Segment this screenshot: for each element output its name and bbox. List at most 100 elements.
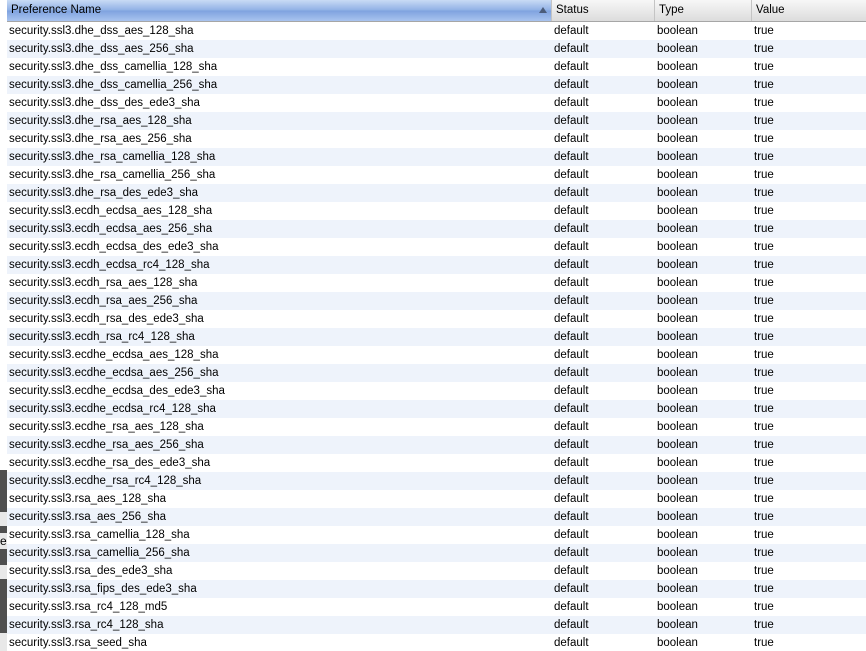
table-row[interactable]: security.ssl3.ecdh_rsa_aes_256_sha defaul…	[7, 292, 866, 310]
table-row[interactable]: security.ssl3.dhe_dss_camellia_256_sha de…	[7, 76, 866, 94]
column-header-value[interactable]: Value	[752, 0, 866, 21]
value-cell: true	[754, 439, 774, 451]
type-cell: boolean	[657, 97, 698, 109]
value-cell: true	[754, 547, 774, 559]
value-cell: true	[754, 61, 774, 73]
value-cell: true	[754, 25, 774, 37]
value-cell: true	[754, 187, 774, 199]
value-cell: true	[754, 637, 774, 649]
value-cell: true	[754, 601, 774, 613]
status-cell: default	[554, 205, 589, 217]
table-row[interactable]: security.ssl3.dhe_rsa_camellia_256_sha de…	[7, 166, 866, 184]
type-cell: boolean	[657, 385, 698, 397]
column-header-preference-name[interactable]: Preference Name	[7, 0, 552, 21]
column-header-type[interactable]: Type	[655, 0, 752, 21]
table-row[interactable]: security.ssl3.rsa_des_ede3_sha default boo…	[7, 562, 866, 580]
status-cell: default	[554, 133, 589, 145]
table-row[interactable]: security.ssl3.ecdhe_ecdsa_des_ede3_sha de…	[7, 382, 866, 400]
value-cell: true	[754, 421, 774, 433]
type-cell: boolean	[657, 61, 698, 73]
table-row[interactable]: security.ssl3.rsa_rc4_128_md5 default bool…	[7, 598, 866, 616]
table-row[interactable]: security.ssl3.dhe_rsa_aes_256_sha default…	[7, 130, 866, 148]
type-cell: boolean	[657, 259, 698, 271]
value-cell: true	[754, 133, 774, 145]
table-row[interactable]: security.ssl3.dhe_rsa_des_ede3_sha defaul…	[7, 184, 866, 202]
value-cell: true	[754, 457, 774, 469]
type-cell: boolean	[657, 79, 698, 91]
table-row[interactable]: security.ssl3.rsa_camellia_256_sha defaul…	[7, 544, 866, 562]
table-row[interactable]: security.ssl3.ecdhe_ecdsa_rc4_128_sha def…	[7, 400, 866, 418]
status-cell: default	[554, 169, 589, 181]
table-row[interactable]: security.ssl3.dhe_rsa_aes_128_sha default…	[7, 112, 866, 130]
table-row[interactable]: security.ssl3.dhe_dss_aes_128_sha default…	[7, 22, 866, 40]
table-row[interactable]: security.ssl3.ecdh_ecdsa_aes_256_sha defa…	[7, 220, 866, 238]
table-row[interactable]: security.ssl3.ecdhe_rsa_rc4_128_sha defau…	[7, 472, 866, 490]
value-cell: true	[754, 313, 774, 325]
type-cell: boolean	[657, 115, 698, 127]
preference-name-cell: security.ssl3.dhe_dss_camellia_128_sha	[9, 61, 218, 73]
table-row[interactable]: security.ssl3.ecdhe_rsa_aes_128_sha defau…	[7, 418, 866, 436]
table-row[interactable]: security.ssl3.ecdhe_rsa_des_ede3_sha defa…	[7, 454, 866, 472]
preference-name-cell: security.ssl3.ecdh_ecdsa_aes_128_sha	[9, 205, 213, 217]
status-cell: default	[554, 529, 589, 541]
table-row[interactable]: security.ssl3.ecdh_rsa_aes_128_sha defaul…	[7, 274, 866, 292]
table-body: security.ssl3.dhe_dss_aes_128_sha default…	[7, 22, 866, 651]
table-row[interactable]: security.ssl3.rsa_fips_des_ede3_sha defau…	[7, 580, 866, 598]
table-row[interactable]: security.ssl3.ecdh_ecdsa_des_ede3_sha def…	[7, 238, 866, 256]
status-cell: default	[554, 583, 589, 595]
table-row[interactable]: security.ssl3.ecdhe_rsa_aes_256_sha defau…	[7, 436, 866, 454]
value-cell: true	[754, 511, 774, 523]
preference-name-cell: security.ssl3.rsa_fips_des_ede3_sha	[9, 583, 197, 595]
table-row[interactable]: security.ssl3.rsa_seed_sha default boolean…	[7, 634, 866, 651]
value-cell: true	[754, 367, 774, 379]
preference-name-cell: security.ssl3.dhe_rsa_des_ede3_sha	[9, 187, 199, 199]
value-cell: true	[754, 241, 774, 253]
type-cell: boolean	[657, 601, 698, 613]
column-header-status[interactable]: Status	[552, 0, 655, 21]
value-cell: true	[754, 475, 774, 487]
value-cell: true	[754, 43, 774, 55]
type-cell: boolean	[657, 619, 698, 631]
table-row[interactable]: security.ssl3.dhe_dss_aes_256_sha default…	[7, 40, 866, 58]
value-cell: true	[754, 565, 774, 577]
table-row[interactable]: security.ssl3.ecdh_rsa_rc4_128_sha defaul…	[7, 328, 866, 346]
status-cell: default	[554, 565, 589, 577]
value-cell: true	[754, 331, 774, 343]
type-cell: boolean	[657, 241, 698, 253]
table-row[interactable]: security.ssl3.dhe_rsa_camellia_128_sha de…	[7, 148, 866, 166]
table-row[interactable]: security.ssl3.ecdhe_ecdsa_aes_128_sha def…	[7, 346, 866, 364]
preferences-table: Preference Name Status Type Value securi…	[7, 0, 866, 651]
status-cell: default	[554, 187, 589, 199]
table-row[interactable]: security.ssl3.rsa_aes_256_sha default bool…	[7, 508, 866, 526]
status-cell: default	[554, 151, 589, 163]
table-row[interactable]: security.ssl3.ecdhe_ecdsa_aes_256_sha def…	[7, 364, 866, 382]
value-cell: true	[754, 205, 774, 217]
preference-name-cell: security.ssl3.ecdh_rsa_rc4_128_sha	[9, 331, 195, 343]
preference-name-cell: security.ssl3.ecdh_rsa_aes_256_sha	[9, 295, 198, 307]
value-cell: true	[754, 223, 774, 235]
table-row[interactable]: security.ssl3.ecdh_ecdsa_aes_128_sha defa…	[7, 202, 866, 220]
table-row[interactable]: security.ssl3.rsa_rc4_128_sha default bool…	[7, 616, 866, 634]
preference-name-cell: security.ssl3.rsa_seed_sha	[9, 637, 147, 649]
background-window-text: e	[0, 533, 7, 549]
table-row[interactable]: security.ssl3.dhe_dss_camellia_128_sha de…	[7, 58, 866, 76]
status-cell: default	[554, 313, 589, 325]
status-cell: default	[554, 295, 589, 307]
preference-name-cell: security.ssl3.rsa_aes_256_sha	[9, 511, 167, 523]
status-cell: default	[554, 259, 589, 271]
status-cell: default	[554, 637, 589, 649]
status-cell: default	[554, 403, 589, 415]
value-cell: true	[754, 151, 774, 163]
type-cell: boolean	[657, 277, 698, 289]
table-row[interactable]: security.ssl3.ecdh_rsa_des_ede3_sha defau…	[7, 310, 866, 328]
table-row[interactable]: security.ssl3.rsa_camellia_128_sha defaul…	[7, 526, 866, 544]
table-row[interactable]: security.ssl3.dhe_dss_des_ede3_sha defaul…	[7, 94, 866, 112]
status-cell: default	[554, 241, 589, 253]
preference-name-cell: security.ssl3.ecdh_ecdsa_aes_256_sha	[9, 223, 213, 235]
type-cell: boolean	[657, 529, 698, 541]
table-row[interactable]: security.ssl3.rsa_aes_128_sha default bool…	[7, 490, 866, 508]
status-cell: default	[554, 547, 589, 559]
preference-name-cell: security.ssl3.rsa_aes_128_sha	[9, 493, 167, 505]
preference-name-cell: security.ssl3.ecdh_rsa_aes_128_sha	[9, 277, 198, 289]
table-row[interactable]: security.ssl3.ecdh_ecdsa_rc4_128_sha defa…	[7, 256, 866, 274]
